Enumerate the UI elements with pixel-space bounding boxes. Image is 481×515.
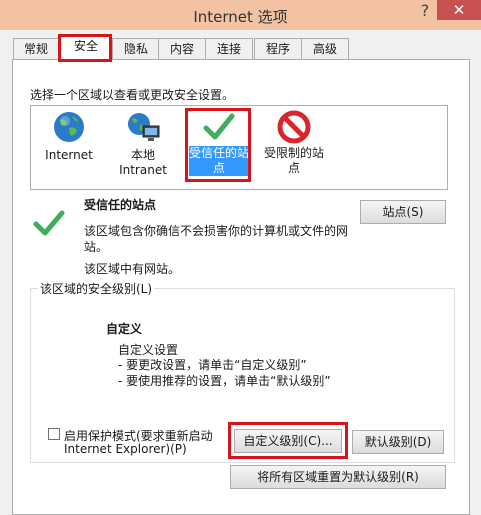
zone-restricted-sites[interactable]: 受限制的站 点 xyxy=(262,110,326,180)
zone-info-desc-2: 站。 xyxy=(84,240,109,254)
security-level-legend: 该区域的安全级别(L) xyxy=(38,280,155,297)
sites-button[interactable]: 站点(S) xyxy=(360,200,446,224)
tab-content[interactable]: 内容 xyxy=(158,38,206,59)
protected-mode-label-2: Internet Explorer)(P) xyxy=(64,442,187,456)
zone-info-status: 该区域中有网站。 xyxy=(84,262,181,276)
tab-programs[interactable]: 程序 xyxy=(254,38,302,59)
local-intranet-icon xyxy=(128,113,160,141)
globe-icon xyxy=(54,112,84,142)
zone-local-intranet[interactable]: 本地 Intranet xyxy=(112,110,174,180)
security-tab-highlight xyxy=(58,34,112,62)
default-level-button[interactable]: 默认级别(D) xyxy=(352,430,444,454)
reset-all-zones-button[interactable]: 将所有区域重置为默认级别(R) xyxy=(230,465,446,489)
zone-internet-label: Internet xyxy=(45,148,93,162)
tab-advanced[interactable]: 高级 xyxy=(301,38,349,59)
zone-internet[interactable]: Internet xyxy=(40,110,98,180)
protected-mode-checkbox[interactable] xyxy=(48,428,60,440)
zone-local-intranet-label-1: 本地 xyxy=(130,148,155,162)
zone-local-intranet-label-2: Intranet xyxy=(119,163,167,177)
zone-info-title: 受信任的站点 xyxy=(84,198,157,212)
tab-connections[interactable]: 连接 xyxy=(205,38,253,59)
zone-info-desc-1: 该区域包含你确信不会损害你的计算机或文件的网 xyxy=(84,224,349,238)
default-level-tip: - 要使用推荐的设置，请单击“默认级别” xyxy=(118,374,331,388)
window-title: Internet 选项 xyxy=(193,8,288,26)
restricted-icon xyxy=(277,110,311,144)
trusted-zone-highlight xyxy=(185,108,251,182)
tab-privacy[interactable]: 隐私 xyxy=(112,38,160,59)
custom-level-tip: - 要更改设置，请单击“自定义级别” xyxy=(118,358,307,372)
zone-restricted-label-2: 点 xyxy=(287,161,300,175)
close-button[interactable]: ✕ xyxy=(437,0,481,20)
custom-level-highlight xyxy=(228,422,348,459)
trusted-checkmark-icon xyxy=(33,210,65,236)
help-button[interactable]: ? xyxy=(414,0,436,22)
tab-general[interactable]: 常规 xyxy=(13,38,59,59)
security-level-name: 自定义 xyxy=(106,322,143,336)
zone-restricted-label-1: 受限制的站 xyxy=(263,146,324,160)
zone-heading: 选择一个区域以查看或更改安全设置。 xyxy=(30,88,235,102)
